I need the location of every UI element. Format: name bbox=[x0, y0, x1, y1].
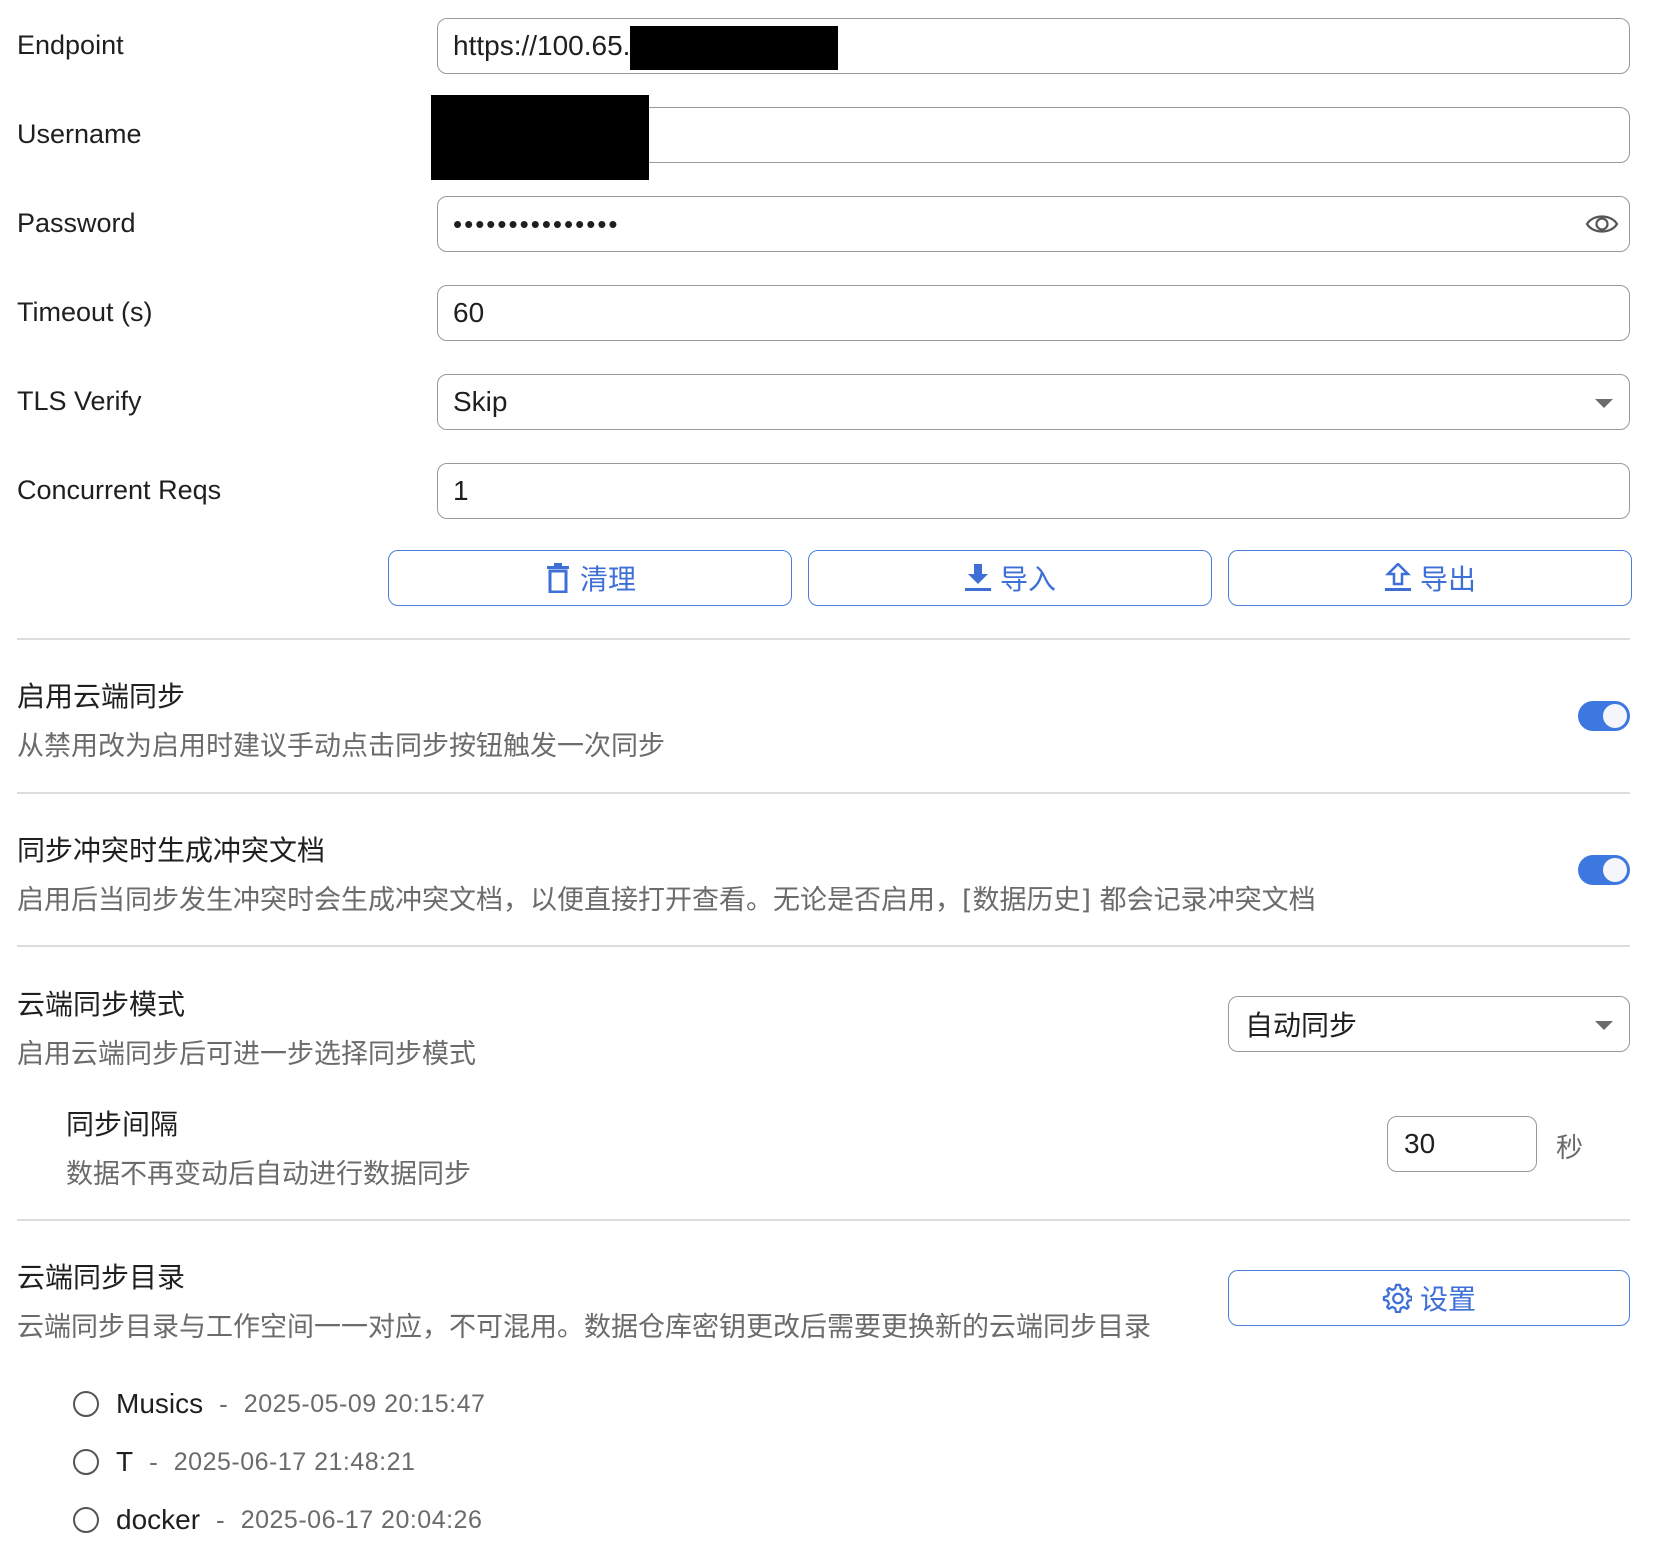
sync-dir-desc: 云端同步目录与工作空间一一对应，不可混用。数据仓库密钥更改后需要更换新的云端同步… bbox=[17, 1312, 1151, 1343]
list-item[interactable]: Musics - 2025-05-09 20:15:47 bbox=[73, 1388, 485, 1420]
download-icon bbox=[964, 564, 991, 591]
timeout-input[interactable]: 60 bbox=[437, 285, 1630, 341]
sync-mode-select[interactable]: 自动同步 bbox=[1228, 996, 1630, 1052]
tls-verify-select[interactable]: Skip bbox=[437, 374, 1630, 430]
divider bbox=[17, 945, 1630, 947]
conflict-doc-title: 同步冲突时生成冲突文档 bbox=[17, 834, 326, 867]
dir-name: T bbox=[116, 1446, 134, 1477]
dir-name: docker bbox=[116, 1504, 201, 1535]
trash-icon bbox=[546, 563, 569, 593]
concurrent-label: Concurrent Reqs bbox=[17, 475, 222, 505]
username-label: Username bbox=[17, 119, 142, 149]
toggle-knob bbox=[1603, 704, 1627, 728]
sync-mode-title: 云端同步模式 bbox=[17, 988, 186, 1021]
dir-separator: - bbox=[216, 1504, 225, 1535]
dir-timestamp: 2025-06-17 20:04:26 bbox=[240, 1505, 483, 1534]
toggle-knob bbox=[1603, 858, 1627, 882]
sync-interval-desc: 数据不再变动后自动进行数据同步 bbox=[66, 1159, 471, 1190]
sync-interval-value: 30 bbox=[1404, 1128, 1436, 1159]
concurrent-value: 1 bbox=[453, 475, 469, 506]
list-item[interactable]: T - 2025-06-17 21:48:21 bbox=[73, 1446, 415, 1478]
list-item[interactable]: docker - 2025-06-17 20:04:26 bbox=[73, 1504, 482, 1536]
dir-separator: - bbox=[219, 1388, 228, 1419]
conflict-doc-toggle[interactable] bbox=[1578, 855, 1630, 885]
username-redaction bbox=[431, 95, 649, 180]
tls-verify-value: Skip bbox=[453, 386, 508, 417]
export-label: 导出 bbox=[1419, 563, 1476, 596]
sync-interval-unit: 秒 bbox=[1556, 1133, 1583, 1164]
conflict-doc-desc: 启用后当同步发生冲突时会生成冲突文档，以便直接打开查看。无论是否启用，[数据历史… bbox=[17, 885, 1316, 916]
divider bbox=[17, 638, 1630, 640]
dir-separator: - bbox=[149, 1446, 158, 1477]
sync-interval-title: 同步间隔 bbox=[66, 1108, 179, 1141]
endpoint-input[interactable]: https://100.65. bbox=[437, 18, 1630, 74]
endpoint-redaction bbox=[630, 26, 838, 70]
divider bbox=[17, 792, 1630, 794]
caret-down-icon bbox=[1595, 1021, 1613, 1030]
eye-icon[interactable] bbox=[1585, 209, 1619, 239]
radio-button[interactable] bbox=[73, 1391, 99, 1417]
password-value: ••••••••••••••• bbox=[453, 208, 620, 239]
sync-mode-value: 自动同步 bbox=[1245, 1009, 1358, 1042]
dir-timestamp: 2025-05-09 20:15:47 bbox=[243, 1389, 486, 1418]
endpoint-value: https://100.65. bbox=[453, 30, 631, 61]
password-label: Password bbox=[17, 208, 136, 238]
sync-dir-settings-label: 设置 bbox=[1419, 1283, 1476, 1316]
radio-button[interactable] bbox=[73, 1449, 99, 1475]
caret-down-icon bbox=[1595, 399, 1613, 408]
clean-button[interactable]: 清理 bbox=[388, 550, 792, 606]
gear-icon bbox=[1382, 1283, 1412, 1313]
sync-dir-settings-button[interactable]: 设置 bbox=[1228, 1270, 1630, 1326]
clean-label: 清理 bbox=[579, 563, 636, 596]
timeout-label: Timeout (s) bbox=[17, 297, 153, 327]
endpoint-label: Endpoint bbox=[17, 30, 124, 60]
upload-icon bbox=[1384, 563, 1412, 591]
radio-button[interactable] bbox=[73, 1507, 99, 1533]
concurrent-input[interactable]: 1 bbox=[437, 463, 1630, 519]
sync-dir-title: 云端同步目录 bbox=[17, 1261, 186, 1294]
divider bbox=[17, 1219, 1630, 1221]
timeout-value: 60 bbox=[453, 297, 485, 328]
sync-interval-input[interactable]: 30 bbox=[1387, 1116, 1537, 1172]
cloud-sync-title: 启用云端同步 bbox=[17, 680, 186, 713]
cloud-sync-toggle[interactable] bbox=[1578, 701, 1630, 731]
dir-timestamp: 2025-06-17 21:48:21 bbox=[173, 1447, 416, 1476]
password-input[interactable]: ••••••••••••••• bbox=[437, 196, 1630, 252]
cloud-sync-desc: 从禁用改为启用时建议手动点击同步按钮触发一次同步 bbox=[17, 731, 665, 762]
tls-verify-label: TLS Verify bbox=[17, 386, 142, 416]
sync-mode-desc: 启用云端同步后可进一步选择同步模式 bbox=[17, 1039, 476, 1070]
export-button[interactable]: 导出 bbox=[1228, 550, 1632, 606]
import-label: 导入 bbox=[999, 563, 1056, 596]
dir-name: Musics bbox=[116, 1388, 204, 1419]
import-button[interactable]: 导入 bbox=[808, 550, 1212, 606]
